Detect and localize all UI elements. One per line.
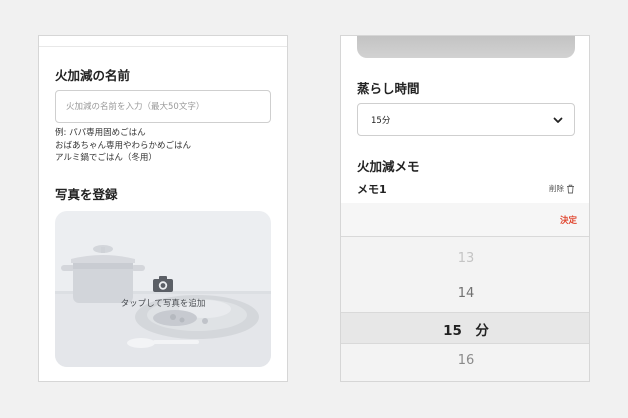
photo-upload-area[interactable]: タップして写真を追加 [55, 211, 271, 367]
picker-selected-option[interactable]: 15 分 [341, 312, 589, 344]
steam-time-heading: 蒸らし時間 [357, 81, 420, 96]
name-examples: 例: パパ専用固めごはん おばあちゃん専用やわらかめごはん アルミ鍋でごはん（冬… [55, 127, 191, 165]
example-line: おばあちゃん専用やわらかめごはん [55, 140, 192, 151]
photo-heading: 写真を登録 [55, 187, 118, 202]
picker-toolbar: 決定 [341, 203, 589, 237]
memo-heading: 火加減メモ [357, 159, 420, 174]
trash-icon [567, 184, 574, 193]
example-line: アルミ鍋でごはん（冬用） [55, 153, 157, 163]
name-input-box[interactable] [55, 90, 271, 123]
timing-and-memo-panel: 蒸らし時間 15分 火加減メモ メモ1 削除 決定 13 14 15 分 16 [340, 35, 590, 382]
memo-label: メモ1 [357, 183, 387, 196]
delete-label: 削除 [549, 184, 564, 193]
example-line: 例: パパ専用固めごはん [55, 128, 146, 138]
steam-time-select[interactable]: 15分 [357, 103, 575, 136]
divider [39, 46, 287, 47]
camera-icon [153, 276, 173, 292]
confirm-button[interactable]: 決定 [560, 214, 577, 226]
name-and-photo-panel: 火加減の名前 例: パパ専用固めごはん おばあちゃん専用やわらかめごはん アルミ… [38, 35, 288, 382]
delete-memo-button[interactable]: 削除 [549, 183, 575, 194]
name-input[interactable] [56, 91, 270, 122]
image-preview-bottom [357, 36, 575, 58]
picker-option[interactable]: 13 [341, 251, 589, 266]
chevron-down-icon [553, 117, 563, 123]
time-picker[interactable]: 決定 13 14 15 分 16 [341, 203, 589, 381]
picker-option[interactable]: 14 [341, 286, 589, 301]
picker-option[interactable]: 16 [341, 353, 589, 368]
memo-item: メモ1 削除 [357, 181, 575, 196]
name-heading: 火加減の名前 [55, 68, 131, 83]
steam-time-value: 15分 [371, 116, 391, 126]
picker-selected-label: 15 分 [443, 323, 489, 339]
photo-upload-label: タップして写真を追加 [120, 299, 206, 309]
